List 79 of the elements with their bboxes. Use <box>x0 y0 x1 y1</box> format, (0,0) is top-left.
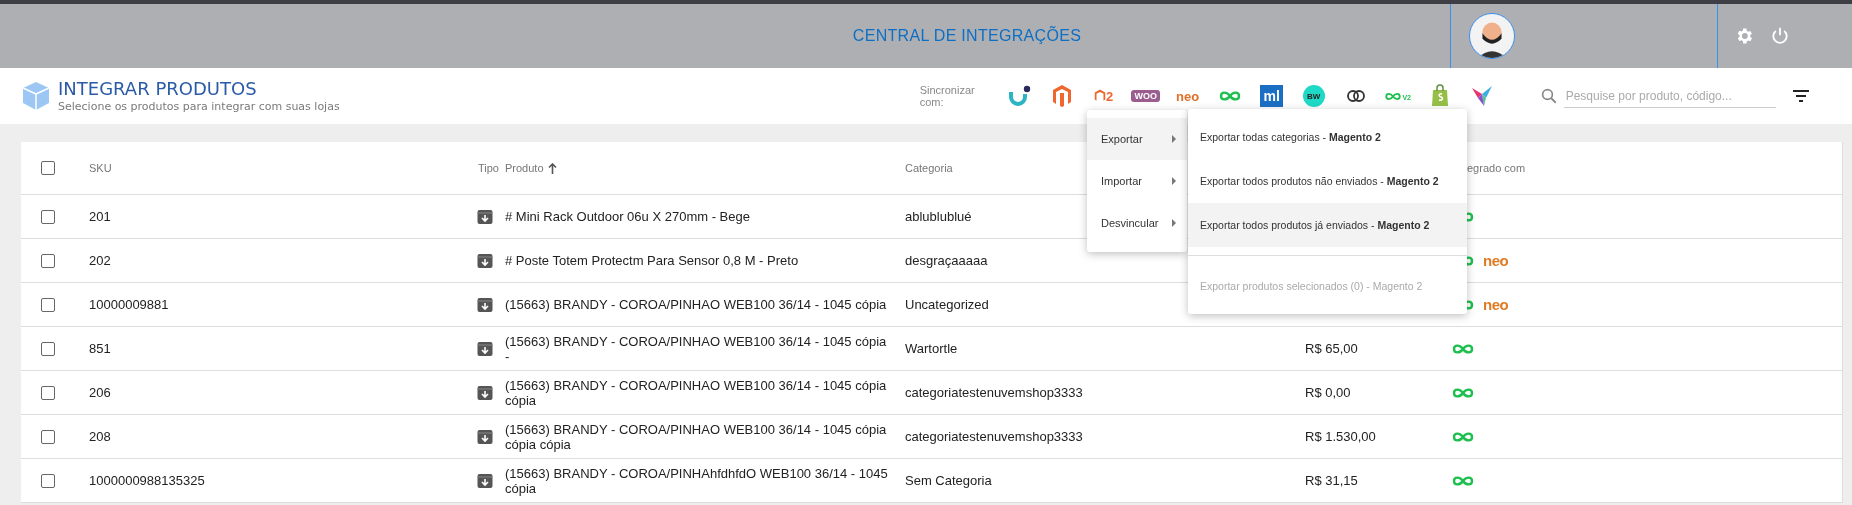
page-subtitle: Selecione os produtos para integrar com suas lojas <box>58 100 340 114</box>
archive-icon <box>477 428 493 445</box>
category-text: Sem Categoria <box>905 473 992 488</box>
box-icon <box>22 81 50 111</box>
product-name: # Poste Totem Protectm Para Sensor 0,8 M - Preto <box>505 253 799 268</box>
category-text: desgraçaaaaa <box>905 253 988 268</box>
column-header[interactable]: SKU <box>89 162 112 174</box>
search-icon <box>1539 87 1558 105</box>
caret-icon <box>1171 134 1177 144</box>
neo-logo: neo <box>1483 252 1509 269</box>
user-avatar[interactable] <box>1469 13 1515 59</box>
row-checkbox[interactable] <box>41 253 55 268</box>
product-name: (15663) BRANDY - COROA/PINHAhfdhfdO WEB100 36/14 - 1045 cópia <box>505 465 889 496</box>
select-all-checkbox[interactable] <box>41 161 55 175</box>
submenu-item[interactable]: Exportar todos produtos não enviados - Magento 2 <box>1188 159 1467 203</box>
infinity-icon <box>1217 90 1242 102</box>
neo-logo: neo <box>1176 88 1200 104</box>
menu-item[interactable]: Desvincular <box>1087 202 1187 244</box>
row-checkbox[interactable] <box>41 429 55 444</box>
infinity-icon <box>1451 430 1475 443</box>
menu-item[interactable]: Importar <box>1087 160 1187 202</box>
infinity-icon <box>1451 342 1475 355</box>
ml-logo: ml <box>1260 85 1283 107</box>
archive-icon <box>477 296 493 313</box>
sku-text: 202 <box>89 253 111 268</box>
product-name: # Mini Rack Outdoor 06u X 270mm - Bege <box>505 209 750 224</box>
archive-icon <box>477 208 493 225</box>
menu-item[interactable]: Exportar <box>1087 118 1187 160</box>
row-checkbox[interactable] <box>41 209 55 224</box>
archive-icon <box>477 340 493 357</box>
infinity-icon <box>1451 386 1475 399</box>
magento-2-logo: 2 <box>1094 88 1114 104</box>
row-checkbox[interactable] <box>41 385 55 400</box>
star-logo-icon <box>1469 84 1494 108</box>
sku-text: 1000000988135325 <box>89 473 205 488</box>
product-name: (15663) BRANDY - COROA/PINHAO WEB100 36/14 - 1045 cópia <box>505 297 887 312</box>
product-name: (15663) BRANDY - COROA/PINHAO WEB100 36/14 - 1045 cópia cópia <box>505 377 888 408</box>
archive-icon <box>477 472 493 489</box>
sku-text: 201 <box>89 209 111 224</box>
price-text: R$ 65,00 <box>1305 341 1358 356</box>
category-text: categoriatestenuvemshop3333 <box>905 429 1083 444</box>
linked-rings-icon <box>1345 89 1366 103</box>
bw-logo: BW <box>1302 85 1325 107</box>
shopping-bag-icon <box>1429 84 1450 108</box>
infinity-icon <box>1451 474 1475 487</box>
category-text: categoriatestenuvemshop3333 <box>905 385 1083 400</box>
neo-logo: neo <box>1483 296 1509 313</box>
column-header[interactable]: Categoria <box>905 162 953 174</box>
row-checkbox[interactable] <box>41 341 55 356</box>
price-text: R$ 0,00 <box>1305 385 1351 400</box>
column-header[interactable]: Produto <box>505 162 557 174</box>
filter-icon[interactable] <box>1791 89 1810 103</box>
woo-logo: WOO <box>1131 90 1160 102</box>
product-name: (15663) BRANDY - COROA/PINHAO WEB100 36/14 - 1045 cópia cópia cópia <box>505 421 888 452</box>
page-title: INTEGRAR PRODUTOS <box>58 78 258 100</box>
u-logo-icon <box>1007 85 1032 107</box>
caret-icon <box>1171 176 1177 186</box>
submenu-item[interactable]: Exportar todas categorias - Magento 2 <box>1188 115 1467 159</box>
sku-text: 206 <box>89 385 111 400</box>
price-text: R$ 31,15 <box>1305 473 1358 488</box>
column-header[interactable]: Tipo <box>478 162 499 174</box>
sku-text: 10000009881 <box>89 297 169 312</box>
price-text: R$ 1.530,00 <box>1305 429 1376 444</box>
sync-label: Sincronizar com: <box>919 84 976 108</box>
app-title: CENTRAL DE INTEGRAÇÕES <box>852 27 1082 45</box>
submenu-item[interactable]: Exportar todos produtos já enviados - Magento 2 <box>1188 203 1467 247</box>
category-text: Uncategorized <box>905 297 989 312</box>
category-text: Wartortle <box>905 341 958 356</box>
category-text: ablublublué <box>905 209 972 224</box>
product-name: (15663) BRANDY - COROA/PINHAO WEB100 36/14 - 1045 cópia - <box>505 333 888 364</box>
caret-icon <box>1171 218 1177 228</box>
archive-icon <box>477 384 493 401</box>
sku-text: 851 <box>89 341 111 356</box>
archive-icon <box>477 252 493 269</box>
hexagon-logo-icon <box>1051 84 1072 108</box>
sku-text: 208 <box>89 429 111 444</box>
column-header[interactable]: egrado com <box>1467 162 1526 174</box>
row-checkbox[interactable] <box>41 473 55 488</box>
row-checkbox[interactable] <box>41 297 55 312</box>
